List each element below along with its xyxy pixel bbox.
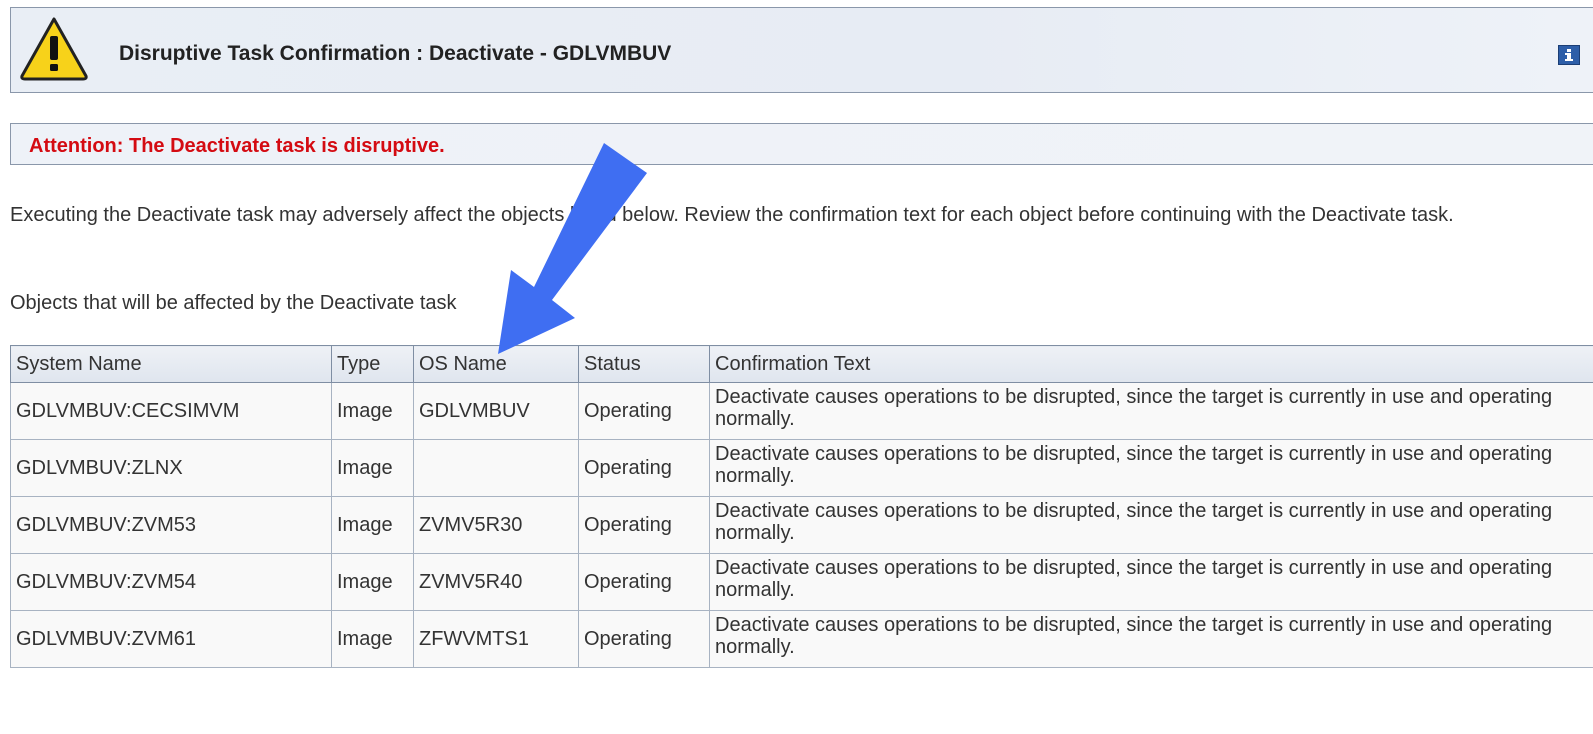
confirmation-text-cell: Deactivate causes operations to be disru… [709, 439, 1593, 497]
status-cell: Operating [578, 553, 710, 611]
header-bar: Disruptive Task Confirmation : Deactivat… [10, 7, 1593, 93]
table-row[interactable]: GDLVMBUV:CECSIMVM Image GDLVMBUV Operati… [10, 382, 1593, 440]
table-row[interactable]: GDLVMBUV:ZLNX Image Operating Deactivate… [10, 439, 1593, 497]
status-cell: Operating [578, 382, 710, 440]
column-header-confirmation-text[interactable]: Confirmation Text [709, 345, 1593, 383]
confirmation-text-cell: Deactivate causes operations to be disru… [709, 496, 1593, 554]
status-cell: Operating [578, 439, 710, 497]
type-cell: Image [331, 496, 414, 554]
confirmation-text-cell: Deactivate causes operations to be disru… [709, 382, 1593, 440]
column-header-status[interactable]: Status [578, 345, 710, 383]
status-cell: Operating [578, 610, 710, 668]
system-name-cell: GDLVMBUV:ZLNX [10, 439, 332, 497]
system-name-cell: GDLVMBUV:ZVM53 [10, 496, 332, 554]
info-icon[interactable] [1558, 45, 1580, 65]
table-header-row: System Name Type OS Name Status Confirma… [10, 345, 1593, 383]
os-name-cell: GDLVMBUV [413, 382, 579, 440]
table-row[interactable]: GDLVMBUV:ZVM54 Image ZVMV5R40 Operating … [10, 553, 1593, 611]
disruptive-task-confirmation-page: Disruptive Task Confirmation : Deactivat… [0, 0, 1593, 734]
system-name-cell: GDLVMBUV:CECSIMVM [10, 382, 332, 440]
system-name-cell: GDLVMBUV:ZVM61 [10, 610, 332, 668]
table-row[interactable]: GDLVMBUV:ZVM53 Image ZVMV5R30 Operating … [10, 496, 1593, 554]
description-text: Executing the Deactivate task may advers… [10, 204, 1454, 226]
system-name-cell: GDLVMBUV:ZVM54 [10, 553, 332, 611]
status-cell: Operating [578, 496, 710, 554]
attention-banner: Attention: The Deactivate task is disrup… [10, 123, 1593, 165]
type-cell: Image [331, 553, 414, 611]
type-cell: Image [331, 382, 414, 440]
column-header-os-name[interactable]: OS Name [413, 345, 579, 383]
confirmation-text-cell: Deactivate causes operations to be disru… [709, 610, 1593, 668]
os-name-cell [413, 439, 579, 497]
warning-triangle-icon [20, 17, 88, 81]
objects-label: Objects that will be affected by the Dea… [10, 292, 457, 314]
page-title: Disruptive Task Confirmation : Deactivat… [119, 42, 672, 65]
table-row[interactable]: GDLVMBUV:ZVM61 Image ZFWVMTS1 Operating … [10, 610, 1593, 668]
type-cell: Image [331, 610, 414, 668]
attention-text: Attention: The Deactivate task is disrup… [29, 135, 445, 157]
os-name-cell: ZFWVMTS1 [413, 610, 579, 668]
confirmation-text-cell: Deactivate causes operations to be disru… [709, 553, 1593, 611]
type-cell: Image [331, 439, 414, 497]
column-header-system-name[interactable]: System Name [10, 345, 332, 383]
os-name-cell: ZVMV5R40 [413, 553, 579, 611]
os-name-cell: ZVMV5R30 [413, 496, 579, 554]
column-header-type[interactable]: Type [331, 345, 414, 383]
affected-objects-table: System Name Type OS Name Status Confirma… [10, 345, 1593, 668]
